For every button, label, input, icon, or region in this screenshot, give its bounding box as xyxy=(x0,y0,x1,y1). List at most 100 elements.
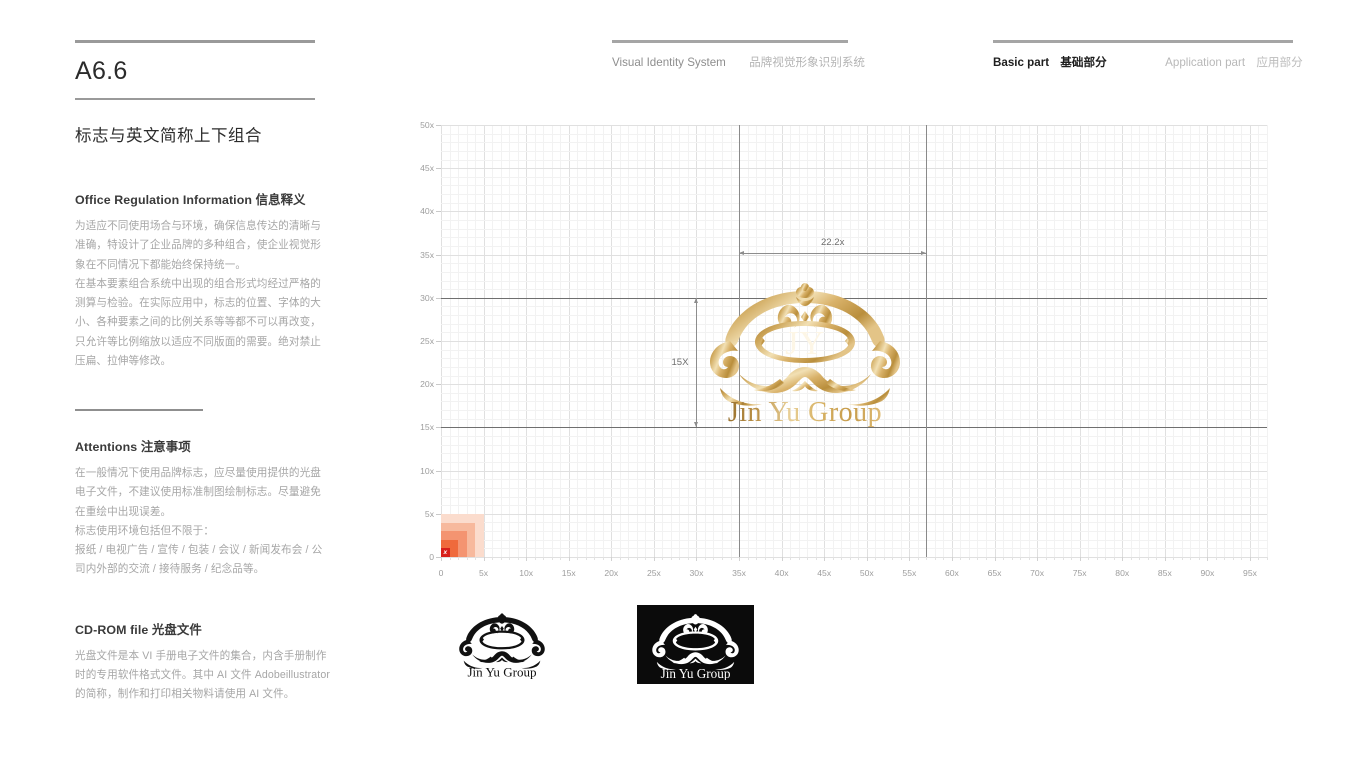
reference-line-15x xyxy=(441,427,1267,429)
grid-line-major-h xyxy=(441,168,1267,170)
y-axis-tick: 50x xyxy=(420,120,441,130)
x-axis-tickmark xyxy=(900,557,902,560)
nav-application-part[interactable]: Application part 应用部分 xyxy=(1165,54,1303,70)
x-axis-tickmark xyxy=(619,557,621,560)
block-heading: Office Regulation Information 信息释义 xyxy=(75,190,330,208)
logo-wordmark: Jin Yu Group xyxy=(728,397,882,427)
x-axis-tickmark xyxy=(781,557,783,561)
grid-line-minor-h xyxy=(441,185,1267,187)
x-axis-tickmark xyxy=(977,557,979,560)
x-axis-tickmark xyxy=(934,557,936,560)
x-axis-tickmark xyxy=(1037,557,1039,561)
x-axis-tick: 50x xyxy=(859,568,874,578)
y-axis-tick: 45x xyxy=(420,163,441,174)
x-axis-tickmark xyxy=(551,557,553,560)
x-axis-tickmark xyxy=(1028,557,1030,560)
x-axis-tickmark xyxy=(1071,557,1073,560)
header-nav-line: Basic part 基础部分 Application part 应用部分 xyxy=(993,54,1303,70)
x-axis-tickmark xyxy=(1190,557,1192,560)
grid-line-minor-h xyxy=(441,539,1267,541)
x-axis-tickmark xyxy=(994,557,996,561)
x-axis-tickmark xyxy=(1011,557,1013,560)
grid-line-minor-h xyxy=(441,159,1267,161)
x-axis-tickmark xyxy=(892,557,894,560)
x-axis-tickmark xyxy=(764,557,766,560)
x-axis-tickmark xyxy=(458,557,460,560)
grid-line-minor-h xyxy=(441,271,1267,273)
logo-variant-reversed-wordmark: Jin Yu Group xyxy=(661,666,731,680)
x-axis-tickmark xyxy=(1173,557,1175,560)
x-axis-tick: 70x xyxy=(1030,568,1045,578)
x-axis-tickmark xyxy=(807,557,809,560)
x-axis-tickmark xyxy=(1088,557,1090,560)
block-body: 在一般情况下使用品牌标志，应尽量使用提供的光盘电子文件，不建议使用标准制图绘制标… xyxy=(75,464,330,580)
x-axis-tickmark xyxy=(747,557,749,560)
x-axis-tickmark xyxy=(960,557,962,560)
paragraph: 为适应不同使用场合与环境，确保信息传达的清晰与准确，特设计了企业品牌的多种组合，… xyxy=(75,220,321,271)
grid-line-minor-h xyxy=(441,479,1267,481)
x-axis-tickmark xyxy=(1241,557,1243,560)
x-axis-tickmark xyxy=(1054,557,1056,560)
x-axis-tickmark xyxy=(687,557,689,560)
page-code: A6.6 xyxy=(75,57,128,85)
x-axis-tickmark xyxy=(756,557,758,560)
grid-line-minor-h xyxy=(441,436,1267,438)
x-axis-tickmark xyxy=(790,557,792,560)
logo-primary-svg: JY Jin Yu Group xyxy=(710,283,900,428)
x-axis-tickmark xyxy=(739,557,741,561)
grid-line-major-h xyxy=(441,254,1267,256)
x-axis-tickmark xyxy=(1249,557,1251,561)
x-axis-tickmark xyxy=(841,557,843,560)
grid-line-minor-h xyxy=(441,263,1267,265)
grid-line-minor-h xyxy=(441,237,1267,239)
paragraph: 在基本要素组合系统中出现的组合形式均经过严格的测算与检验。在实际应用中，标志的位… xyxy=(75,277,321,367)
logo-variant-reversed-monogram: JY xyxy=(687,633,704,650)
grid-line-major-h xyxy=(441,557,1267,558)
dimension-line-horizontal xyxy=(739,250,927,255)
unit-swatch-label: x xyxy=(443,549,448,557)
construction-grid: 0 5x 10x 15x 20x 25x 30x 35x 40x 45x 50x 0 5x 10x 15x… xyxy=(420,120,1268,578)
logo-monogram: JY xyxy=(785,325,825,362)
x-axis-tickmark xyxy=(636,557,638,560)
x-axis-tickmark xyxy=(1181,557,1183,560)
x-axis-tickmark xyxy=(1130,557,1132,560)
grid-line-minor-h xyxy=(441,487,1267,489)
nav-basic-part-en: Basic part xyxy=(993,55,1050,69)
x-axis-tickmark xyxy=(1079,557,1081,561)
x-axis-tick: 85x xyxy=(1157,568,1172,578)
block-heading-cn: 光盘文件 xyxy=(151,622,202,637)
grid-line-minor-h xyxy=(441,505,1267,507)
logo-variant-black-wordmark: Jin Yu Group xyxy=(467,664,537,679)
header-rule xyxy=(993,40,1293,43)
x-axis-tickmark xyxy=(1096,557,1098,560)
x-axis-tickmark xyxy=(509,557,511,560)
dimension-label-width: 22.2x xyxy=(820,236,845,248)
y-axis-tick: 0 xyxy=(429,552,441,562)
x-axis-tick: 20x xyxy=(604,568,619,578)
y-axis-tick: 40x xyxy=(420,206,441,217)
grid-line-major-h xyxy=(441,211,1267,213)
x-axis-tickmark xyxy=(679,557,681,560)
logo-primary: JY Jin Yu Group xyxy=(694,275,916,428)
x-axis-tickmark xyxy=(534,557,536,560)
logo-variant-reversed: JY Jin Yu Group xyxy=(645,610,746,681)
x-axis-tickmark xyxy=(1113,557,1115,560)
x-axis-tickmark xyxy=(713,557,715,560)
grid-line-minor-h xyxy=(441,176,1267,178)
x-axis-tickmark xyxy=(1224,557,1226,560)
grid-line-minor-h xyxy=(441,133,1267,135)
header-system-line: Visual Identity System 品牌视觉形象识别系统 xyxy=(612,54,865,70)
nav-basic-part[interactable]: Basic part 基础部分 xyxy=(993,54,1107,70)
x-axis-tickmark xyxy=(1156,557,1158,560)
x-axis-tickmark xyxy=(602,557,604,560)
x-axis-tickmark xyxy=(611,557,613,561)
x-axis-tickmark xyxy=(1232,557,1234,560)
grid-line-minor-h xyxy=(441,150,1267,152)
x-axis-tickmark xyxy=(985,557,987,560)
block-heading-en: Office Regulation Information xyxy=(75,193,253,207)
header-group-system: Visual Identity System 品牌视觉形象识别系统 xyxy=(612,40,865,70)
x-axis-tick: 40x xyxy=(774,568,789,578)
grid-line-minor-h xyxy=(441,220,1267,222)
y-axis-tick: 35x xyxy=(420,249,441,260)
x-axis-tick: 95x xyxy=(1243,568,1257,578)
